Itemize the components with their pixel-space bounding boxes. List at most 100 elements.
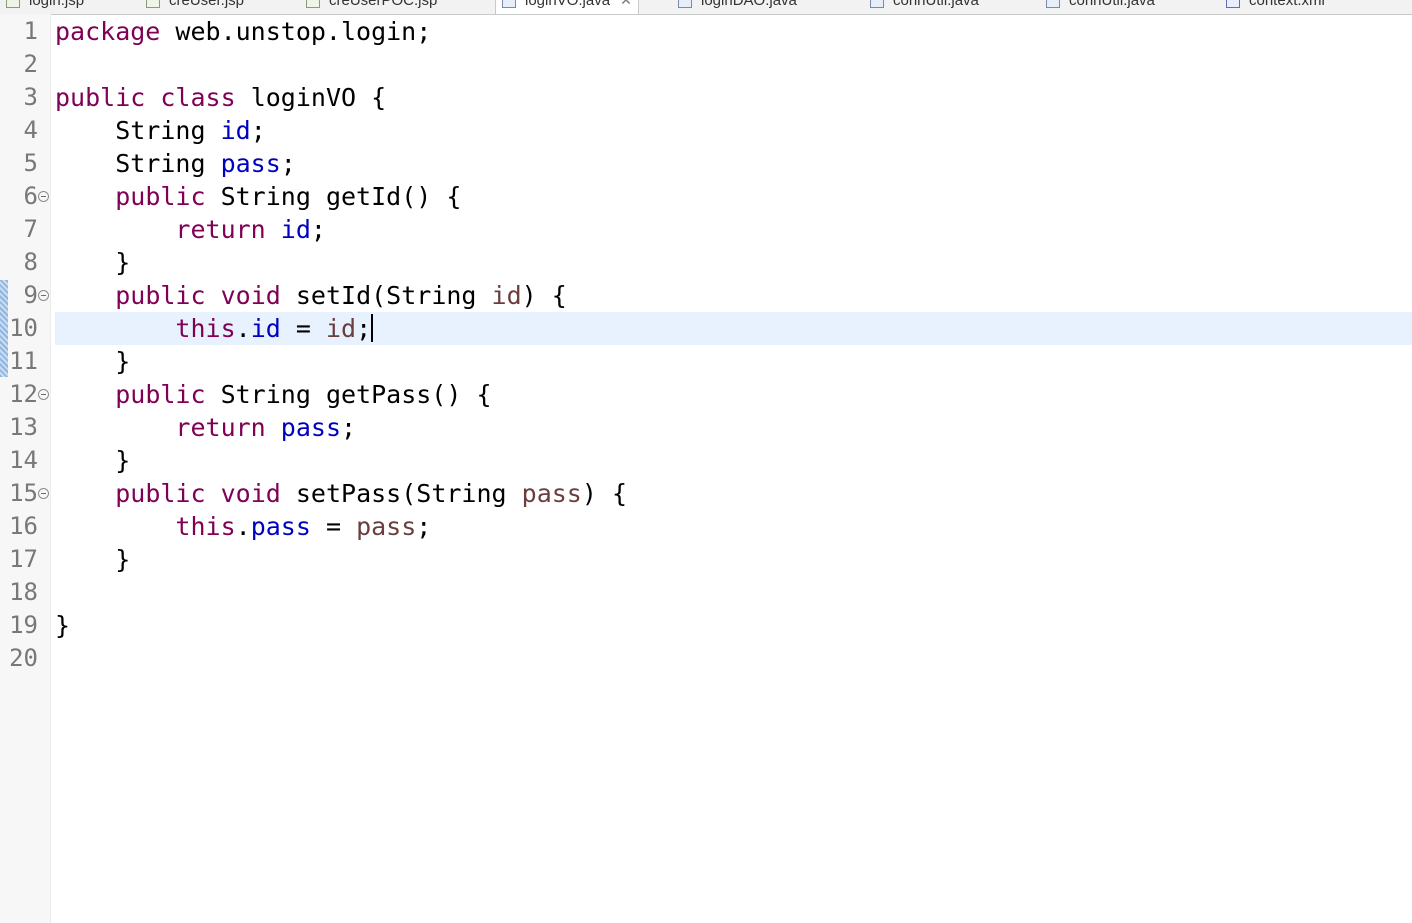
code-token: .	[235, 314, 251, 343]
tab-label: connUtil.java	[893, 0, 979, 9]
tab-logindao-java[interactable]: loginDAO.java	[672, 0, 803, 14]
line-number: 11	[9, 347, 38, 375]
line-number: 7	[23, 215, 38, 243]
keyword-token: void	[220, 479, 281, 508]
code-token: =	[310, 512, 357, 541]
code-line[interactable]: 13 return pass;	[0, 411, 1412, 444]
code-line[interactable]: 18	[0, 576, 1412, 609]
code-line[interactable]: 4 String id;	[0, 114, 1412, 147]
line-number: 1	[23, 17, 38, 45]
code-line[interactable]: 9 public void setId(String id) {	[0, 279, 1412, 312]
code-text: this.id = id;	[55, 312, 374, 345]
fold-collapse-icon[interactable]	[38, 488, 49, 499]
tab-creuserpoc-jsp[interactable]: creUserPOC.jsp	[300, 0, 443, 14]
code-line[interactable]: 2	[0, 48, 1412, 81]
line-number: 4	[23, 116, 38, 144]
code-token: setPass(String	[280, 479, 522, 508]
line-number: 10	[9, 314, 38, 342]
code-text: }	[55, 609, 70, 642]
parameter-token: pass	[521, 479, 582, 508]
code-token: String getPass() {	[205, 380, 492, 409]
field-token: id	[220, 116, 251, 145]
java-file-icon	[1046, 0, 1060, 8]
line-number: 20	[9, 644, 38, 672]
code-token: web.unstop.login;	[160, 17, 432, 46]
code-token: setId(String	[280, 281, 492, 310]
tab-connutil-java[interactable]: connUtil.java	[1040, 0, 1161, 14]
tab-connutil-java[interactable]: connUtil.java	[864, 0, 985, 14]
code-line[interactable]: 19}	[0, 609, 1412, 642]
line-number: 8	[23, 248, 38, 276]
tab-label: creUserPOC.jsp	[329, 0, 438, 9]
fold-collapse-icon[interactable]	[38, 389, 49, 400]
keyword-token: public	[115, 479, 206, 508]
code-text: }	[55, 543, 130, 576]
keyword-token: package	[55, 17, 161, 46]
java-file-icon	[870, 0, 884, 8]
code-line[interactable]: 10 this.id = id;	[0, 312, 1412, 345]
code-line[interactable]: 1 package web.unstop.login;	[0, 15, 1412, 48]
close-icon[interactable]: ✕	[620, 0, 632, 9]
field-token: pass	[250, 512, 311, 541]
code-token: String getId() {	[205, 182, 462, 211]
code-text: package web.unstop.login;	[55, 15, 431, 48]
code-line[interactable]: 11 }	[0, 345, 1412, 378]
code-token: ;	[356, 314, 372, 343]
tab-context-xml[interactable]: context.xml	[1220, 0, 1331, 14]
code-line[interactable]: 7 return id;	[0, 213, 1412, 246]
tab-creuser-jsp[interactable]: creUser.jsp	[140, 0, 250, 14]
line-number: 18	[9, 578, 38, 606]
code-token: String	[55, 116, 221, 145]
code-text: }	[55, 444, 130, 477]
code-line[interactable]: 6 public String getId() {	[0, 180, 1412, 213]
tab-label: loginVO.java	[525, 0, 611, 9]
line-number: 13	[9, 413, 38, 441]
code-text: String pass;	[55, 147, 296, 180]
code-text: public String getId() {	[55, 180, 461, 213]
code-token: ;	[416, 512, 432, 541]
keyword-token: void	[220, 281, 281, 310]
code-line[interactable]: 20	[0, 642, 1412, 675]
tab-login-jsp[interactable]: login.jsp	[0, 0, 90, 14]
code-token: }	[55, 347, 131, 376]
line-number: 5	[23, 149, 38, 177]
fold-collapse-icon[interactable]	[38, 290, 49, 301]
line-number: 15	[9, 479, 38, 507]
code-token: }	[55, 611, 71, 640]
code-token: ;	[250, 116, 266, 145]
code-text: String id;	[55, 114, 266, 147]
code-line[interactable]: 15 public void setPass(String pass) {	[0, 477, 1412, 510]
code-token: ;	[310, 215, 326, 244]
java-file-icon	[502, 0, 516, 8]
field-token: pass	[280, 413, 342, 442]
code-line[interactable]: 12 public String getPass() {	[0, 378, 1412, 411]
code-line[interactable]: 16 this.pass = pass;	[0, 510, 1412, 543]
jsp-file-icon	[6, 0, 20, 8]
code-editor[interactable]: 1 package web.unstop.login; 2 3 public class…	[0, 14, 1412, 923]
code-token: =	[280, 314, 326, 343]
parameter-token: id	[491, 281, 522, 310]
editor-tab-bar: login.jsp creUser.jsp creUserPOC.jsp loginV…	[0, 0, 1412, 15]
code-line[interactable]: 14 }	[0, 444, 1412, 477]
fold-collapse-icon[interactable]	[38, 191, 49, 202]
keyword-token: public	[115, 380, 206, 409]
code-text: this.pass = pass;	[55, 510, 431, 543]
keyword-token: public	[55, 83, 146, 112]
code-token: ;	[280, 149, 296, 178]
line-number: 16	[9, 512, 38, 540]
xml-file-icon	[1226, 0, 1240, 8]
code-line[interactable]: 8 }	[0, 246, 1412, 279]
tab-loginvo-java[interactable]: loginVO.java ✕	[495, 0, 639, 14]
tab-label: connUtil.java	[1069, 0, 1155, 9]
code-line[interactable]: 3 public class loginVO {	[0, 81, 1412, 114]
code-line[interactable]: 5 String pass;	[0, 147, 1412, 180]
code-line[interactable]: 17 }	[0, 543, 1412, 576]
code-token: }	[55, 545, 131, 574]
code-token: }	[55, 248, 131, 277]
